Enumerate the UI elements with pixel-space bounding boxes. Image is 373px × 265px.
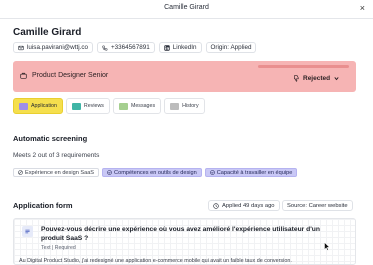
skill-label: Capacité à travailler en équipe	[216, 169, 293, 176]
screening-summary: Meets 2 out of 3 requirements	[13, 152, 100, 159]
folder-icon	[118, 102, 128, 110]
skill-tag: Capacité à travailler en équipe	[204, 168, 298, 177]
tab-history[interactable]: History	[164, 98, 205, 114]
screening-heading: Automatic screening	[13, 134, 88, 143]
skill-label: Compétences en outils de design	[114, 169, 197, 176]
tab-messages[interactable]: Messages	[112, 98, 162, 114]
text-question-icon	[22, 226, 33, 237]
folder-icon	[170, 102, 180, 110]
unmatched-icon	[18, 170, 23, 175]
job-card[interactable]: Product Designer Senior Rejected	[13, 61, 356, 92]
tab-label: Reviews	[83, 103, 104, 109]
pipeline-progress-fill	[258, 65, 349, 68]
email-text: luisa.pavirani@wttj.co	[27, 44, 88, 51]
window-titlebar: Camille Girard ×	[0, 0, 373, 19]
mouse-cursor-icon	[324, 242, 330, 251]
applied-text: Applied 49 days ago	[222, 202, 275, 209]
candidate-name: Camille Girard	[13, 27, 82, 38]
answer-text: Au Digital Product Studio, j'ai redesign…	[19, 258, 292, 264]
source-text: Source: Career website	[287, 202, 348, 209]
tab-label: Messages	[130, 103, 156, 109]
email-chip[interactable]: luisa.pavirani@wttj.co	[13, 42, 93, 53]
skills-list: Expérience en design SaaS Compétences en…	[13, 168, 353, 177]
origin-text: Origin: Applied	[210, 44, 252, 51]
contact-chips: luisa.pavirani@wttj.co +3364567891 Linke…	[13, 42, 257, 53]
clock-icon	[213, 202, 219, 209]
chevron-down-icon	[334, 77, 339, 81]
skill-tag: Compétences en outils de design	[102, 168, 202, 177]
linkedin-chip[interactable]: LinkedIn	[158, 42, 202, 53]
mail-icon	[18, 45, 24, 50]
phone-text: +3364567891	[111, 44, 150, 51]
status-label: Rejected	[303, 75, 331, 82]
question-text: Pouvez-vous décrire une expérience où vo…	[41, 226, 320, 242]
folder-icon	[19, 102, 28, 110]
briefcase-icon	[20, 72, 27, 79]
candidate-tabs: Application Reviews Messages History	[13, 98, 205, 114]
tab-application[interactable]: Application	[13, 98, 63, 114]
phone-icon	[102, 45, 108, 51]
linkedin-icon	[164, 44, 170, 51]
skill-label: Expérience en design SaaS	[25, 169, 95, 176]
application-form-heading: Application form	[13, 201, 73, 210]
linkedin-text: LinkedIn	[172, 44, 197, 51]
tab-label: Application	[31, 103, 57, 109]
tab-label: History	[182, 103, 199, 109]
skill-tag: Expérience en design SaaS	[13, 168, 100, 177]
source-badge: Source: Career website	[282, 200, 353, 211]
status-dropdown[interactable]: Rejected	[293, 75, 340, 82]
applied-date: Applied 49 days ago	[208, 200, 280, 211]
phone-chip[interactable]: +3364567891	[97, 42, 155, 53]
job-title: Product Designer Senior	[32, 72, 109, 79]
tab-reviews[interactable]: Reviews	[65, 98, 110, 114]
check-badge-icon	[107, 170, 112, 175]
pipeline-progress-bar	[258, 65, 349, 68]
thumbs-down-icon	[294, 75, 299, 82]
close-icon[interactable]: ×	[360, 3, 365, 13]
folder-icon	[71, 102, 81, 110]
origin-chip: Origin: Applied	[205, 42, 257, 53]
question-meta: Text | Required	[41, 245, 76, 251]
window-title: Camille Girard	[164, 4, 209, 11]
check-badge-icon	[209, 170, 215, 175]
